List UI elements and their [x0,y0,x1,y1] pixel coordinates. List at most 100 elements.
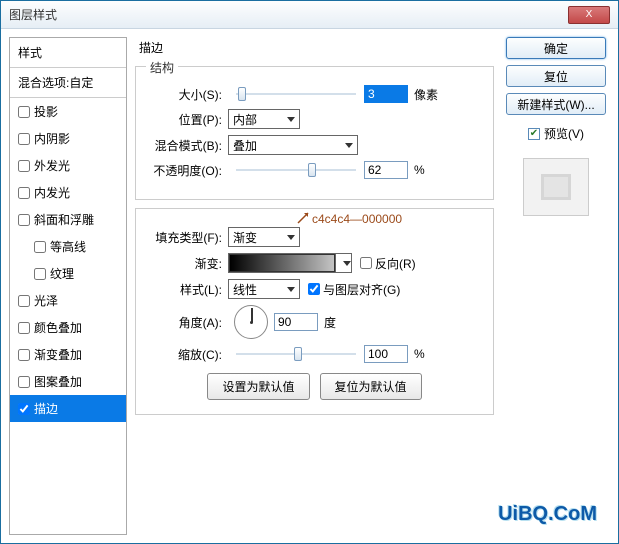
angle-center [250,321,253,324]
style-item-checkbox[interactable] [18,133,30,145]
slider-thumb[interactable] [238,87,246,101]
reverse-checkbox-input[interactable] [360,257,372,269]
chevron-down-icon [345,143,353,148]
style-item[interactable]: 外发光 [10,152,126,179]
filltype-dropdown[interactable]: 渐变 [228,227,300,247]
blendmode-label: 混合模式(B): [148,137,228,154]
position-dropdown[interactable]: 内部 [228,109,300,129]
scale-label: 缩放(C): [148,346,228,363]
style-item[interactable]: 纹理 [10,260,126,287]
style-item[interactable]: 颜色叠加 [10,314,126,341]
opacity-label: 不透明度(O): [148,162,228,179]
style-item-label: 光泽 [34,292,58,309]
angle-dial[interactable] [234,305,268,339]
gradient-annotation: c4c4c4—000000 [296,211,402,226]
gradient-preview[interactable] [229,254,335,272]
opacity-unit: % [414,163,425,177]
gradient-dropdown-button[interactable] [335,254,351,272]
style-item-checkbox[interactable] [18,376,30,388]
filltype-label: 填充类型(F): [148,229,228,246]
blend-options-header[interactable]: 混合选项:自定 [10,68,126,98]
chevron-down-icon [287,287,295,292]
panel-title: 描边 [135,37,494,58]
style-item-checkbox[interactable] [18,106,30,118]
gradient-picker[interactable] [228,253,352,273]
style-item-label: 描边 [34,400,58,417]
layer-style-dialog: 图层样式 X 样式 混合选项:自定 投影内阴影外发光内发光斜面和浮雕等高线纹理光… [0,0,619,544]
style-item-checkbox[interactable] [18,187,30,199]
gradient-row: 渐变: 反向(R) [148,253,481,273]
new-style-button[interactable]: 新建样式(W)... [506,93,606,115]
stroke-settings-panel: 描边 结构 大小(S): 像素 位置(P): 内部 混 [135,37,494,535]
slider-thumb[interactable] [308,163,316,177]
align-checkbox-input[interactable] [308,283,320,295]
style-item-checkbox[interactable] [18,403,30,415]
preview-shape [541,174,571,200]
opacity-slider[interactable] [236,169,356,171]
style-item-checkbox[interactable] [18,322,30,334]
style-item-checkbox[interactable] [34,268,46,280]
style-item[interactable]: 内发光 [10,179,126,206]
angle-label: 角度(A): [148,314,228,331]
style-item[interactable]: 图案叠加 [10,368,126,395]
size-input[interactable] [364,85,408,103]
style-value: 线性 [233,281,257,298]
styles-list-panel: 样式 混合选项:自定 投影内阴影外发光内发光斜面和浮雕等高线纹理光泽颜色叠加渐变… [9,37,127,535]
style-item-checkbox[interactable] [18,214,30,226]
style-item[interactable]: 渐变叠加 [10,341,126,368]
preview-thumbnail [523,158,589,216]
style-row: 样式(L): 线性 与图层对齐(G) [148,279,481,299]
style-item[interactable]: 描边 [10,395,126,422]
slider-thumb[interactable] [294,347,302,361]
blendmode-dropdown[interactable]: 叠加 [228,135,358,155]
reset-button[interactable]: 复位 [506,65,606,87]
style-item[interactable]: 光泽 [10,287,126,314]
style-item[interactable]: 投影 [10,98,126,125]
position-value: 内部 [233,111,257,128]
style-dropdown[interactable]: 线性 [228,279,300,299]
style-item-checkbox[interactable] [18,295,30,307]
style-item-checkbox[interactable] [34,241,46,253]
position-row: 位置(P): 内部 [148,109,481,129]
watermark: UiBQ.CoM [498,503,597,526]
reset-default-button[interactable]: 复位为默认值 [320,373,422,400]
content-area: 样式 混合选项:自定 投影内阴影外发光内发光斜面和浮雕等高线纹理光泽颜色叠加渐变… [1,29,618,543]
size-unit: 像素 [414,86,438,103]
style-item[interactable]: 斜面和浮雕 [10,206,126,233]
preview-checkbox-box[interactable]: ✔ [528,128,540,140]
reverse-label: 反向(R) [375,255,416,272]
opacity-input[interactable] [364,161,408,179]
window-title: 图层样式 [9,6,568,23]
angle-input[interactable] [274,313,318,331]
structure-title: 结构 [146,59,178,76]
style-item-checkbox[interactable] [18,160,30,172]
style-item-label: 投影 [34,103,58,120]
reverse-checkbox[interactable]: 反向(R) [360,255,416,272]
style-item-label: 渐变叠加 [34,346,82,363]
align-label: 与图层对齐(G) [323,281,400,298]
style-item-checkbox[interactable] [18,349,30,361]
fill-group: 填充类型(F): 渐变 c4c4c4—000000 渐变: [135,208,494,415]
align-checkbox[interactable]: 与图层对齐(G) [308,281,400,298]
angle-row: 角度(A): 度 [148,305,481,339]
close-button[interactable]: X [568,6,610,24]
make-default-button[interactable]: 设置为默认值 [207,373,309,400]
style-item-label: 内阴影 [34,130,70,147]
size-slider[interactable] [236,93,356,95]
gradient-label: 渐变: [148,255,228,272]
scale-input[interactable] [364,345,408,363]
preview-checkbox[interactable]: ✔ 预览(V) [528,125,584,142]
style-item-label: 内发光 [34,184,70,201]
style-item-label: 外发光 [34,157,70,174]
scale-slider[interactable] [236,353,356,355]
style-item-label: 图案叠加 [34,373,82,390]
preview-label: 预览(V) [544,125,584,142]
size-label: 大小(S): [148,86,228,103]
filltype-row: 填充类型(F): 渐变 c4c4c4—000000 [148,227,481,247]
ok-button[interactable]: 确定 [506,37,606,59]
structure-group: 结构 大小(S): 像素 位置(P): 内部 混合模式(B): [135,66,494,200]
style-item[interactable]: 等高线 [10,233,126,260]
style-item-label: 等高线 [50,238,86,255]
style-item[interactable]: 内阴影 [10,125,126,152]
styles-header[interactable]: 样式 [10,38,126,68]
